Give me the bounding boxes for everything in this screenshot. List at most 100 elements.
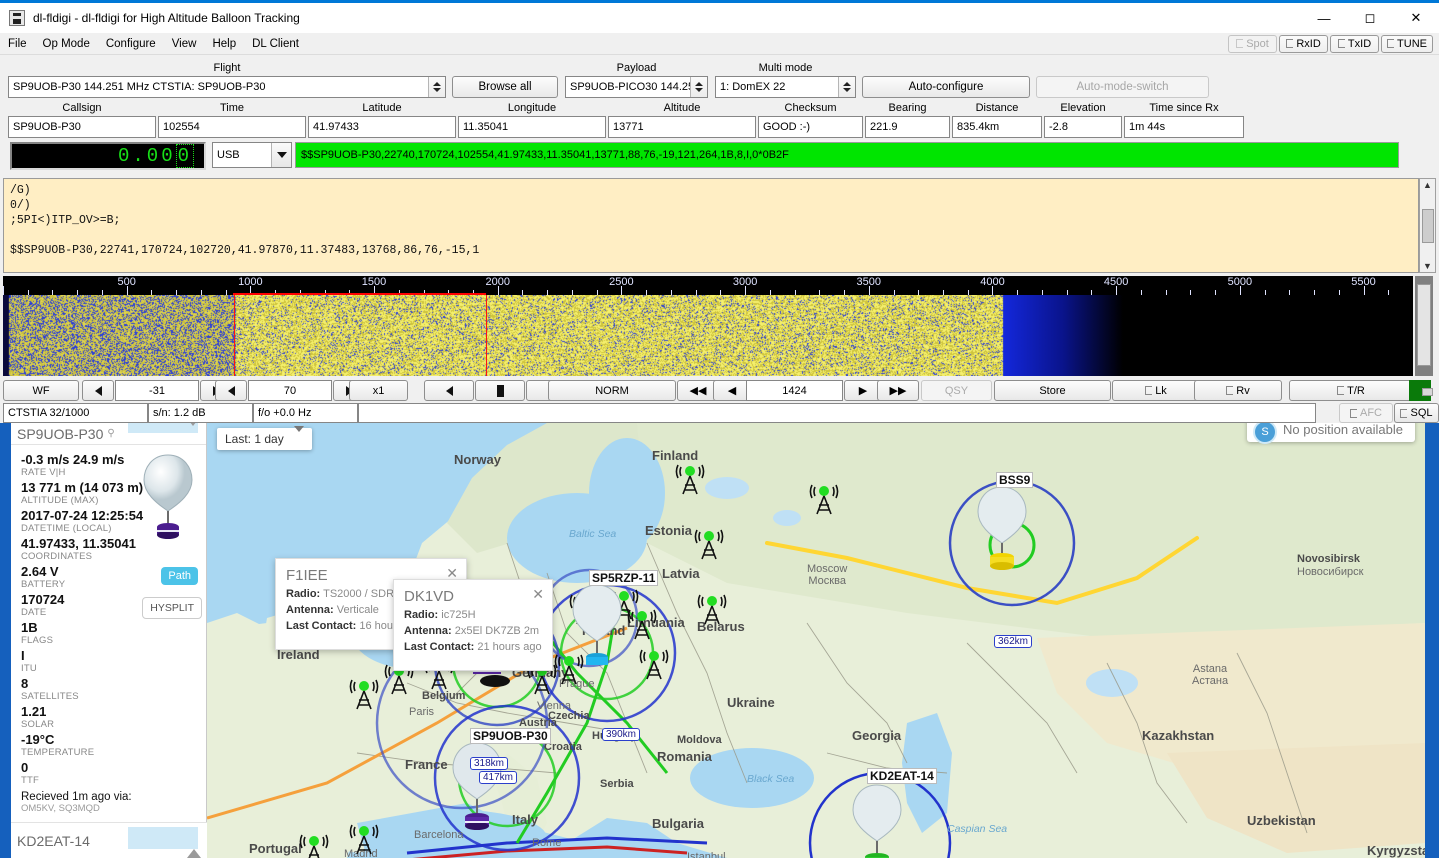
norm-button[interactable]: NORM [548,380,676,401]
spot-button[interactable]: Spot [1228,35,1277,53]
menu-configure[interactable]: Configure [98,36,164,52]
menu-file[interactable]: File [0,36,35,52]
chevron-down-icon[interactable] [186,426,200,442]
telemetry-field-altitude[interactable]: 13771 [608,116,756,138]
waterfall-scrollbar[interactable] [1415,276,1433,376]
telemetry-field-time-since-rx[interactable]: 1m 44s [1124,116,1244,138]
chevron-up-icon[interactable] [187,833,201,849]
squelch-left-arrow[interactable] [82,380,114,401]
repeater-tower-icon[interactable] [625,608,659,640]
scroll-down-icon[interactable]: ▼ [1423,260,1432,272]
store-button[interactable]: Store [994,380,1111,401]
repeater-tower-icon[interactable] [637,648,671,680]
menu-help[interactable]: Help [204,36,244,52]
repeater-tower-icon[interactable] [692,528,726,560]
station-callout-dk1vd[interactable]: ✕ DK1VD Radio: ic725H Antenna: 2x5El DK7… [393,579,553,671]
payload-combobox[interactable]: SP9UOB-PICO30 144.25 [565,76,708,98]
maximize-button[interactable]: ◻ [1347,2,1393,35]
afc-button[interactable]: AFC [1339,403,1393,423]
time-range-selector[interactable]: Last: 1 day [217,428,312,450]
scroll-up-icon[interactable]: ▲ [1423,179,1432,191]
auto-mode-switch-button[interactable]: Auto-mode-switch [1036,76,1209,98]
qsy-button[interactable]: QSY [921,380,992,401]
level-meter-handle[interactable] [1422,388,1433,396]
tune-button[interactable]: TUNE [1381,35,1433,53]
center-stop[interactable] [475,380,525,401]
freq-value[interactable]: 1424 [746,380,843,401]
rxid-button[interactable]: RxID [1279,35,1328,53]
telemetry-field-callsign[interactable]: SP9UOB-P30 [8,116,156,138]
gain-left-arrow[interactable] [215,380,247,401]
multimode-combobox[interactable]: 1: DomEX 22 [715,76,856,98]
telemetry-field-elevation[interactable]: -2.8 [1044,116,1122,138]
map-marker-label[interactable]: SP9UOB-P30 [470,728,551,744]
gain-value[interactable]: 70 [248,380,332,401]
scrollbar-thumb[interactable] [1422,209,1434,243]
balloon-marker-sp5rzp[interactable] [567,581,627,671]
payload-value: SP9UOB-PICO30 144.25 [566,81,690,93]
auto-configure-button[interactable]: Auto-configure [862,76,1030,98]
mode-combobox[interactable]: USB [212,142,292,168]
reverse-button[interactable]: Rv [1194,380,1282,401]
balloon-marker-kd2eat[interactable] [847,781,907,858]
received-via: OM5KV, SQ3MQD [21,803,196,814]
waterfall-scale[interactable]: 500 1000 1500 2000 2500 3000 3500 4000 4500 5000 5… [3,276,1413,295]
sidebar-footer[interactable]: KD2EAT-14 [11,822,207,858]
telemetry-field-distance[interactable]: 835.4km [952,116,1042,138]
repeater-tower-icon[interactable] [673,463,707,495]
hysplit-button[interactable]: HYSPLIT [142,597,202,619]
flight-spinner-icon[interactable] [428,77,445,97]
menu-op-mode[interactable]: Op Mode [35,36,98,52]
repeater-tower-icon[interactable] [347,823,381,855]
receive-scrollbar[interactable]: ▲ ▼ [1419,178,1436,273]
sidebar-header[interactable]: SP9UOB-P30 ⚲ [11,423,206,445]
balloon-marker-sp9uob[interactable] [447,739,507,834]
sql-button[interactable]: SQL [1394,403,1439,423]
tr-button[interactable]: T/R [1289,380,1413,401]
zoom-level[interactable]: x1 [349,380,408,401]
chevron-down-icon[interactable] [294,432,304,446]
map-country-label: Finland [652,448,698,463]
wf-button[interactable]: WF [3,380,79,401]
frequency-display[interactable]: 0.00 0 [10,142,206,170]
receive-text-area[interactable]: /G) 0/) ;5PI<)ITP_OV>=B; $$SP9UOB-P30,22… [3,178,1419,273]
repeater-tower-icon[interactable] [347,678,381,710]
multimode-spinner-icon[interactable] [838,77,855,97]
telemetry-field-longitude[interactable]: 11.35041 [458,116,606,138]
telemetry-field-latitude[interactable]: 41.97433 [308,116,456,138]
telemetry-field-time[interactable]: 102554 [158,116,306,138]
freq-fast-fwd[interactable]: ▶▶ [877,380,919,401]
menu-dl-client[interactable]: DL Client [244,36,307,52]
payload-spinner-icon[interactable] [690,77,707,97]
map-marker-label[interactable]: BSS9 [996,472,1033,488]
repeater-tower-icon[interactable] [695,593,729,625]
waterfall-display[interactable] [3,295,1413,376]
telemetry-field-checksum[interactable]: GOOD :-) [758,116,863,138]
path-button[interactable]: Path [161,567,198,585]
flight-value: SP9UOB-P30 144.251 MHz CTSTIA: SP9UOB-P3… [9,81,428,93]
close-button[interactable]: ✕ [1393,2,1439,35]
shift-left[interactable] [424,380,474,401]
minimize-button[interactable]: — [1301,2,1347,35]
browse-all-button[interactable]: Browse all [452,76,558,98]
menu-view[interactable]: View [164,36,205,52]
map-canvas[interactable]: Norway Finland Estonia Latvia Lithuania Belar… [207,423,1425,858]
telemetry-field-bearing[interactable]: 221.9 [865,116,950,138]
flight-combobox[interactable]: SP9UOB-P30 144.251 MHz CTSTIA: SP9UOB-P3… [8,76,446,98]
repeater-tower-icon[interactable] [297,833,331,858]
map-marker-label[interactable]: SP5RZP-11 [589,570,658,586]
map-country-label: Latvia [662,566,700,581]
chevron-down-icon[interactable] [271,143,291,167]
map-marker-label[interactable]: KD2EAT-14 [867,768,937,784]
waterfall-scroll-thumb[interactable] [1417,284,1431,366]
close-icon[interactable]: ✕ [532,586,544,603]
txid-button[interactable]: TxID [1330,35,1379,53]
map-distance-badge: 417km [479,771,517,784]
squelch-value[interactable]: -31 [115,380,199,401]
balloon-marker-bss9[interactable] [972,483,1032,573]
repeater-tower-icon[interactable] [807,483,841,515]
lock-button[interactable]: Lk [1112,380,1200,401]
waterfall-tick-label: 2500 [609,276,633,288]
map-area[interactable]: SP9UOB-P30 ⚲ -0.3 m/s 24.9 m/s RATE V|H 13… [0,423,1439,858]
time-range-label: Last: 1 day [225,432,284,446]
